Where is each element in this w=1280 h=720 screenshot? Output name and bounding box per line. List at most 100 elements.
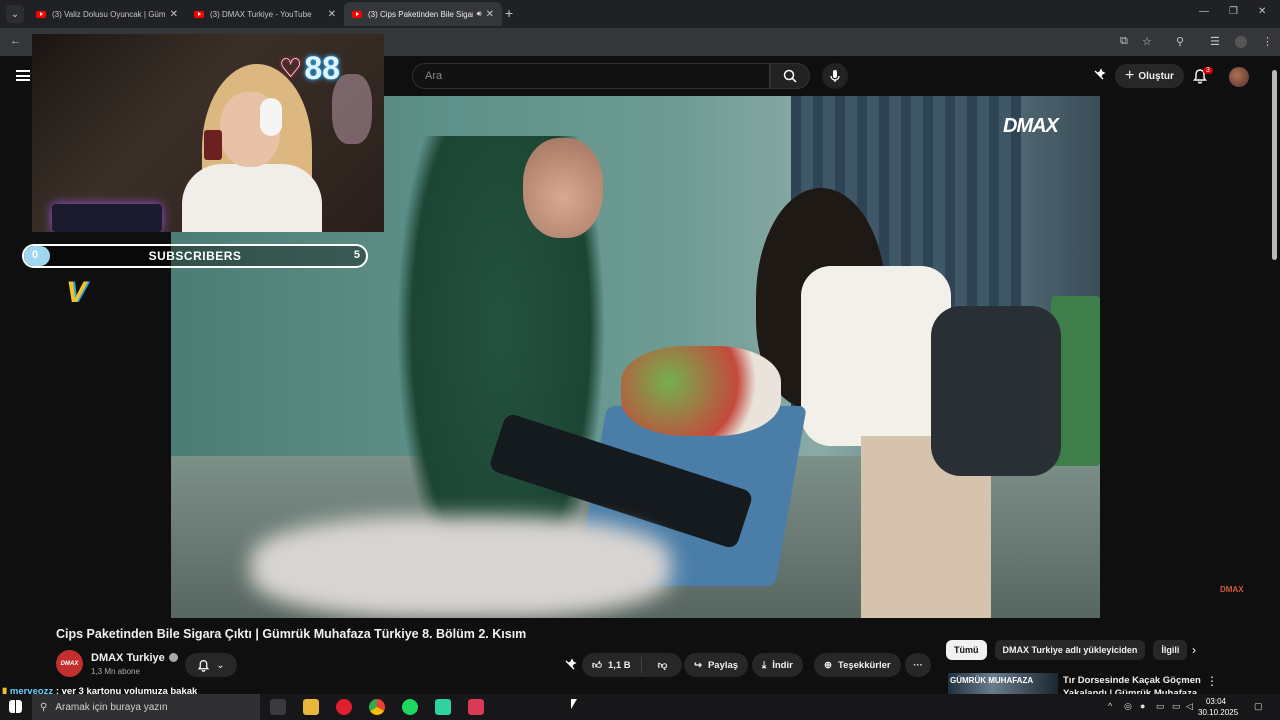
recommended-video[interactable]: GÜMRÜK MUHAFAZA Tır Dorsesinde Kaçak Göç… bbox=[948, 673, 1268, 695]
back-arrow-icon[interactable]: ← bbox=[10, 35, 21, 47]
thumbnail-text: GÜMRÜK MUHAFAZA bbox=[950, 676, 1034, 685]
bookmark-star-icon[interactable]: ☆ bbox=[1142, 35, 1152, 48]
clock-date: 30.10.2025 bbox=[1198, 708, 1239, 717]
channel-name-row[interactable]: DMAX Turkiye bbox=[91, 652, 178, 664]
share-label: Paylaş bbox=[707, 659, 739, 671]
install-app-icon[interactable]: ⧉ bbox=[1120, 35, 1128, 48]
browser-tab-1[interactable]: (3) Valiz Dolusu Oyuncak | Gümrük ✕ bbox=[28, 2, 186, 26]
more-actions-button[interactable]: ··· bbox=[905, 653, 931, 677]
headset-icon bbox=[260, 98, 282, 136]
volume-icon[interactable]: ◁ bbox=[1186, 701, 1193, 712]
microphone-icon bbox=[830, 70, 840, 82]
hamburger-menu-icon[interactable] bbox=[16, 70, 30, 81]
youtube-favicon-icon bbox=[352, 10, 362, 18]
app-icon[interactable] bbox=[435, 699, 451, 715]
tray-chevron-icon[interactable]: ^ bbox=[1108, 701, 1112, 711]
dmax-corner-watermark: DMAX bbox=[1220, 585, 1244, 594]
dislike-button[interactable]: 👎︎ bbox=[648, 659, 678, 671]
search-input[interactable]: Ara bbox=[412, 63, 770, 89]
tab-close-icon[interactable]: ✕ bbox=[486, 9, 494, 20]
thanks-label: Teşekkürler bbox=[837, 659, 891, 671]
tab-search-button[interactable]: ⌄ bbox=[6, 5, 24, 23]
webcam-streamer-shirt bbox=[182, 164, 322, 232]
video-frame-backpack bbox=[931, 306, 1061, 476]
chip-from-uploader[interactable]: DMAX Turkiye adlı yükleyiciden bbox=[994, 640, 1146, 660]
taskbar-search[interactable]: ⚲ Aramak için buraya yazın bbox=[32, 694, 260, 720]
share-button[interactable]: ↪ Paylaş bbox=[684, 653, 749, 677]
create-button[interactable]: + Oluştur bbox=[1115, 64, 1184, 88]
tab-title: (3) DMAX Turkiye - YouTube bbox=[210, 9, 312, 19]
minimize-button[interactable]: — bbox=[1199, 6, 1209, 17]
new-tab-button[interactable]: + bbox=[505, 5, 513, 21]
voice-search-button[interactable] bbox=[822, 63, 848, 89]
account-avatar[interactable] bbox=[1229, 67, 1249, 87]
like-dislike-group: 👍︎ 1,1 B 👎︎ bbox=[582, 653, 682, 677]
recommended-title[interactable]: Tır Dorsesinde Kaçak Göçmen Yakalandı | … bbox=[1063, 674, 1208, 695]
clock-time: 03:04 bbox=[1205, 697, 1227, 706]
thanks-button[interactable]: ⊕ Teşekkürler bbox=[814, 653, 901, 677]
chip-related[interactable]: İlgili bbox=[1153, 640, 1188, 660]
chevron-down-icon: ⌄ bbox=[216, 659, 225, 671]
download-button[interactable]: ⤓ İndir bbox=[752, 653, 803, 677]
speaker-icon[interactable]: 🔊︎ bbox=[477, 9, 482, 19]
subscriber-goal-target: 5 bbox=[353, 249, 360, 261]
youtube-favicon-icon bbox=[36, 10, 46, 18]
search-icon bbox=[783, 69, 797, 83]
task-view-icon[interactable] bbox=[270, 699, 286, 715]
browser-tab-2[interactable]: (3) DMAX Turkiye - YouTube ✕ bbox=[186, 2, 344, 26]
media-controls-icon[interactable]: ☰ bbox=[1210, 35, 1220, 48]
display-icon[interactable]: ▭ bbox=[1156, 701, 1165, 712]
thanks-coin-icon: ⊕ bbox=[824, 659, 832, 671]
streamer-v-logo-icon: V bbox=[66, 276, 87, 309]
tab-close-icon[interactable]: ✕ bbox=[170, 9, 178, 20]
video-frame-officer-head bbox=[523, 138, 603, 238]
close-window-button[interactable]: ✕ bbox=[1258, 6, 1266, 17]
bell-icon bbox=[198, 659, 210, 672]
taskbar-clock[interactable]: 03:04 30.10.2025 bbox=[1198, 696, 1239, 718]
app-icon-2[interactable] bbox=[468, 699, 484, 715]
channel-avatar[interactable]: DMAX bbox=[56, 650, 83, 677]
webcam-glass bbox=[204, 130, 222, 160]
download-icon: ⤓ bbox=[762, 659, 767, 671]
tab-title: (3) Cips Paketinden Bile Sigara bbox=[368, 9, 473, 19]
opera-icon[interactable] bbox=[336, 699, 352, 715]
kebab-menu-icon[interactable]: ⋮ bbox=[1206, 674, 1218, 688]
browser-tab-3[interactable]: (3) Cips Paketinden Bile Sigara 🔊︎ ✕ bbox=[344, 2, 502, 26]
youtube-favicon-icon bbox=[194, 10, 204, 18]
chevron-right-icon[interactable]: › bbox=[1192, 643, 1196, 657]
spotify-icon[interactable] bbox=[402, 699, 418, 715]
notification-count-badge: 3 bbox=[1203, 67, 1213, 74]
file-explorer-icon[interactable] bbox=[303, 699, 319, 715]
subscriber-goal-label: SUBSCRIBERS bbox=[148, 249, 242, 263]
chrome-icon[interactable] bbox=[369, 699, 385, 715]
extensions-icon[interactable]: ⚲ bbox=[1176, 35, 1184, 48]
taskbar-search-placeholder: Aramak için buraya yazın bbox=[55, 701, 168, 713]
subscriber-count: 1,3 Mn abone bbox=[91, 667, 140, 676]
tab-close-icon[interactable]: ✕ bbox=[328, 9, 336, 20]
chip-all[interactable]: Tümü bbox=[946, 640, 987, 660]
network-icon[interactable]: ▭ bbox=[1172, 701, 1181, 712]
search-button[interactable] bbox=[770, 63, 810, 89]
notification-center-icon[interactable]: ▢ bbox=[1254, 701, 1263, 712]
channel-name[interactable]: DMAX Turkiye bbox=[91, 652, 165, 664]
share-arrow-icon: ↪ bbox=[694, 659, 702, 671]
restore-button[interactable]: ❐ bbox=[1229, 6, 1238, 17]
subscription-bell-button[interactable]: ⌄ bbox=[185, 653, 237, 677]
page-scrollbar[interactable] bbox=[1272, 70, 1277, 260]
like-button[interactable]: 👍︎ 1,1 B bbox=[582, 657, 642, 673]
webcam-keyboard bbox=[52, 204, 162, 232]
windows-start-icon[interactable] bbox=[9, 700, 22, 713]
plus-icon: + bbox=[1125, 67, 1135, 84]
tray-app-icon[interactable]: ◎ bbox=[1124, 701, 1132, 712]
browser-menu-icon[interactable]: ⋮ bbox=[1262, 35, 1273, 48]
recommended-thumbnail[interactable]: GÜMRÜK MUHAFAZA bbox=[948, 673, 1058, 695]
microphone-icon[interactable]: ● bbox=[1140, 701, 1145, 711]
thumbs-down-icon: 👎︎ bbox=[657, 660, 668, 671]
video-frame-clothes bbox=[621, 346, 781, 436]
windows-taskbar: ⚲ Aramak için buraya yazın ^ ◎ ● ▭ ▭ ◁ 0… bbox=[0, 694, 1280, 720]
ask-ai-icon[interactable] bbox=[563, 658, 577, 677]
heart-count: 88 bbox=[304, 50, 340, 86]
video-title: Cips Paketinden Bile Sigara Çıktı | Gümr… bbox=[56, 627, 527, 641]
profile-avatar-icon[interactable] bbox=[1235, 36, 1247, 48]
ai-sparkle-icon[interactable] bbox=[1092, 68, 1106, 87]
